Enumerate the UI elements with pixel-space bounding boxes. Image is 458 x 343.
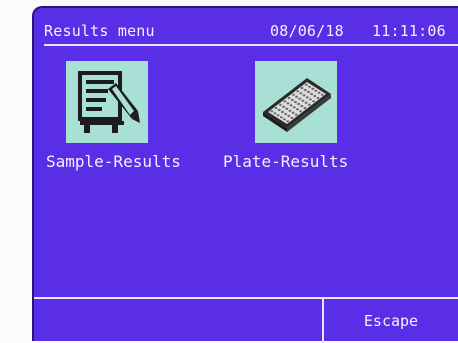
plate-well [296, 90, 300, 93]
time-display: 11:11:06 [372, 22, 446, 40]
plate-well [279, 103, 282, 106]
plate-well [285, 107, 289, 110]
plate-well [307, 103, 311, 106]
plate-well [282, 105, 285, 108]
plate-well [310, 92, 313, 96]
plate-well [284, 112, 287, 116]
plate-well [283, 100, 287, 103]
plate-well [301, 99, 305, 102]
plate-well [320, 93, 324, 96]
plate-results-label[interactable]: Plate-Results [223, 152, 348, 172]
plate-well [297, 102, 300, 106]
plate-well [287, 96, 291, 100]
plate-well [305, 83, 308, 86]
plate-well [316, 96, 320, 100]
plate-well [290, 98, 294, 102]
softkey-left [34, 299, 322, 343]
microplate-icon [263, 78, 331, 132]
plate-well [270, 110, 274, 113]
page-title: Results menu [44, 22, 155, 40]
plate-well [302, 94, 306, 97]
title-bar: Results menu 08/06/18 11:11:06 [44, 18, 458, 46]
plate-well [298, 97, 302, 100]
plate-well [281, 110, 284, 114]
plate-well [294, 113, 298, 116]
plate-well [274, 106, 278, 110]
plate-well [309, 98, 312, 101]
date-display: 08/06/18 [270, 22, 344, 40]
plate-well [286, 120, 289, 123]
plate-well [292, 93, 295, 96]
plate-well [279, 116, 283, 119]
plate-results-button[interactable] [255, 61, 337, 143]
plate-well [276, 114, 280, 117]
plate-well [288, 109, 292, 112]
plate-well [277, 108, 281, 112]
plate-well [313, 94, 317, 98]
plate-well [314, 89, 318, 92]
plate-well [287, 114, 291, 118]
plate-well [283, 118, 286, 121]
plate-well [299, 92, 303, 95]
plate-well [273, 112, 277, 115]
sample-results-button[interactable] [66, 61, 148, 143]
lcd-screen: Results menu 08/06/18 11:11:06 Sample-Re… [32, 6, 458, 343]
plate-well [286, 102, 290, 105]
plate-well [308, 85, 311, 88]
plate-well [317, 91, 321, 94]
plate-well [304, 101, 308, 104]
plate-well [292, 106, 296, 109]
plate-well [305, 96, 309, 99]
plate-well [303, 88, 307, 92]
document-pencil-icon [78, 71, 140, 133]
plate-well [290, 116, 294, 120]
plate-well [312, 100, 315, 103]
plate-well [296, 108, 299, 111]
plate-well [294, 100, 297, 104]
plate-well [303, 106, 307, 110]
plate-well [299, 110, 302, 113]
plate-well [300, 86, 304, 90]
plate-well [300, 104, 304, 108]
escape-button[interactable]: Escape [324, 299, 458, 343]
plate-well [289, 104, 293, 107]
plate-well [307, 90, 310, 94]
plate-well [295, 95, 298, 98]
plate-well [291, 111, 295, 114]
sample-results-label[interactable]: Sample-Results [46, 152, 181, 172]
plate-well [311, 87, 315, 90]
device-bezel: Results menu 08/06/18 11:11:06 Sample-Re… [0, 0, 458, 343]
